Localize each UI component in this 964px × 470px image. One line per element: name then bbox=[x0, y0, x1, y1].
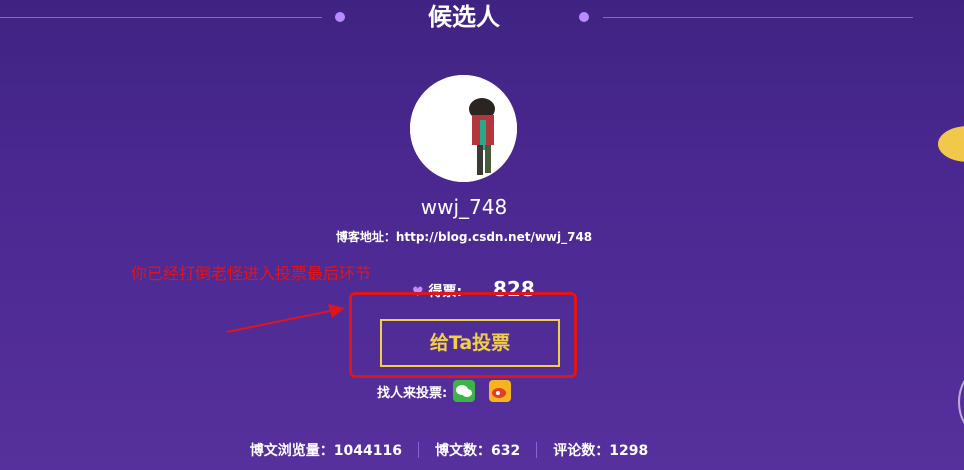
share-row: 找人来投票: bbox=[377, 380, 512, 402]
share-label: 找人来投票: bbox=[377, 385, 448, 401]
blog-address[interactable]: 博客地址：http://blog.csdn.net/wwj_748 bbox=[0, 228, 928, 245]
annotation-text: 你已经打倒老怪进入投票最后环节 bbox=[131, 264, 372, 283]
stats-bar: 博文浏览量：1044116 博文数：632 评论数：1298 bbox=[0, 440, 898, 460]
wechat-icon[interactable] bbox=[453, 380, 476, 402]
candidate-username: wwj_748 bbox=[420, 195, 508, 219]
stat-page-views: 博文浏览量：1044116 bbox=[249, 443, 402, 459]
annotation-arrow bbox=[226, 304, 345, 333]
weibo-icon[interactable] bbox=[489, 380, 512, 402]
decorative-bubble bbox=[958, 370, 964, 434]
header-dot-right bbox=[579, 12, 589, 22]
header-divider-right bbox=[603, 17, 913, 18]
stat-post-count: 博文数：632 bbox=[435, 443, 521, 459]
avatar-image bbox=[410, 75, 517, 182]
avatar bbox=[410, 75, 517, 182]
stat-comment-count: 评论数：1298 bbox=[553, 443, 649, 459]
vote-button[interactable]: 给Ta投票 bbox=[380, 319, 560, 367]
decorative-blob bbox=[938, 126, 964, 162]
